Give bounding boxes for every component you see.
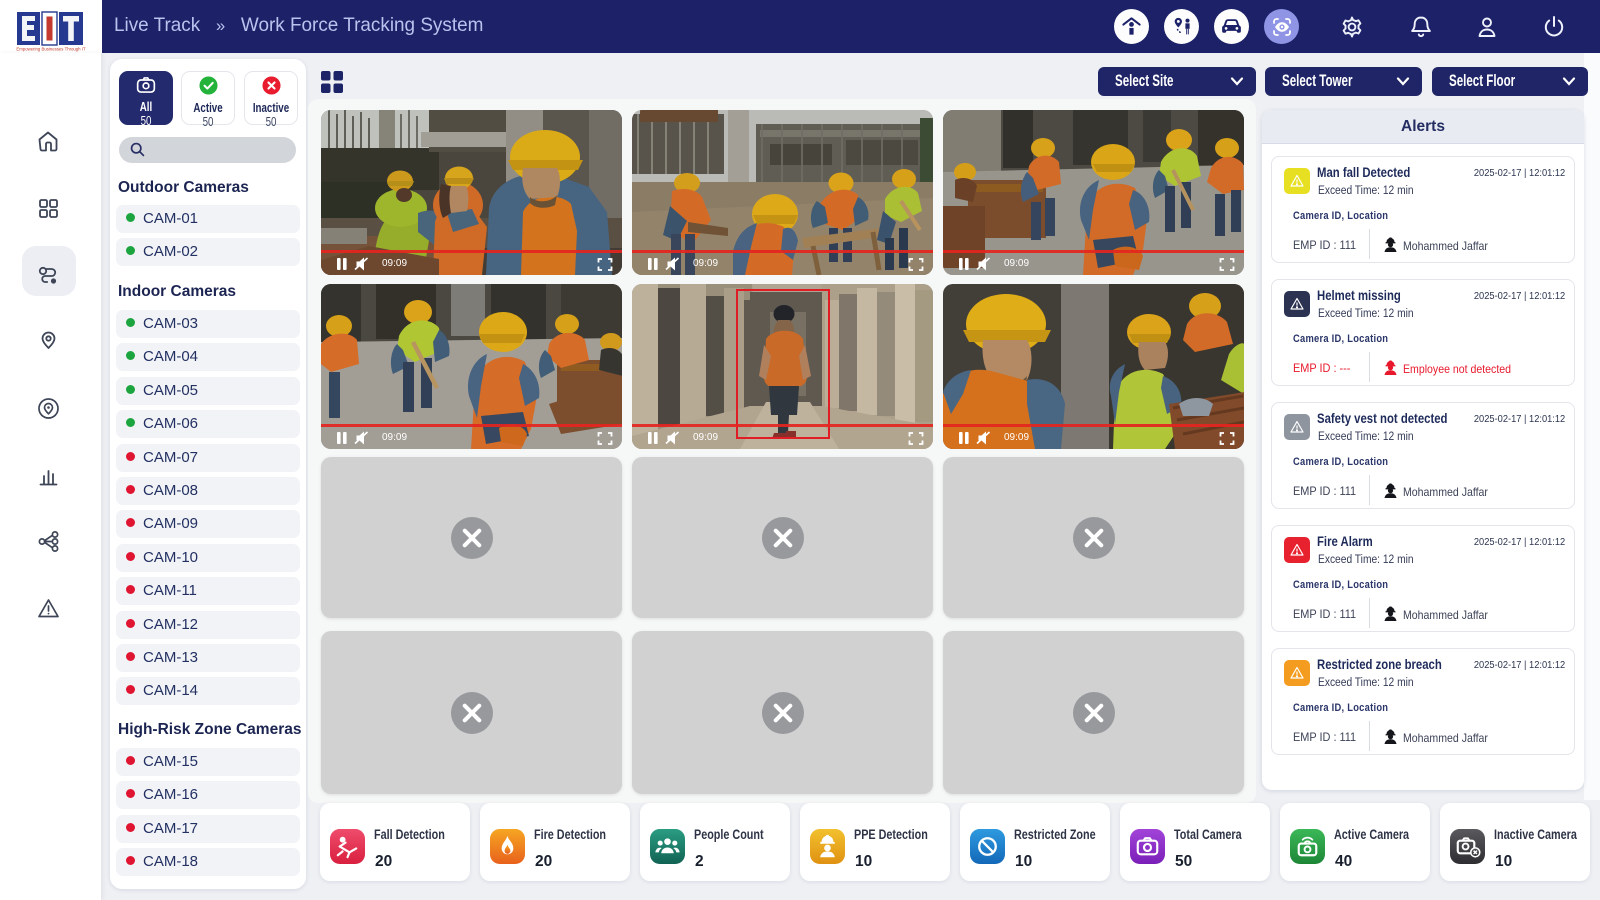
svg-text:Empowering Businesses Through: Empowering Businesses Through IT — [16, 47, 86, 52]
